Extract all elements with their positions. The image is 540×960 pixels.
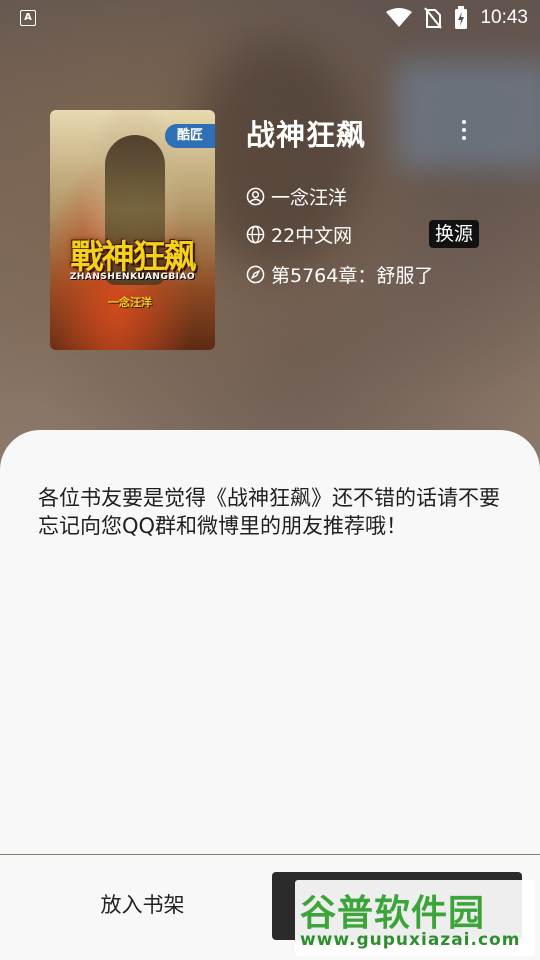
latest-chapter: 第5764章：舒服了	[271, 265, 434, 287]
source-row[interactable]: 22中文网	[246, 221, 352, 248]
watermark-logo: 谷普软件园	[300, 893, 486, 934]
more-vert-icon	[462, 120, 466, 124]
globe-icon	[246, 225, 265, 244]
add-to-shelf-button[interactable]: 放入书架	[20, 870, 265, 938]
author-name: 一念汪洋	[271, 187, 348, 209]
cover-author: 一念汪洋	[108, 296, 152, 309]
battery-charging-icon	[455, 6, 468, 29]
book-intro: 各位书友要是觉得《战神狂飙》还不错的话请不要忘记向您QQ群和微博里的朋友推荐哦！	[38, 486, 500, 538]
book-cover[interactable]: 酷匠 戰神狂飙 ZHANSHENKUANGBIAO 一念汪洋	[50, 110, 215, 350]
action-divider	[0, 854, 540, 855]
book-title: 战神狂飙	[246, 118, 367, 152]
change-source-button[interactable]: 换源	[429, 220, 480, 248]
status-bar: A 10:43	[0, 0, 540, 38]
cover-title: 戰神狂飙	[70, 237, 197, 276]
no-sim-icon	[424, 7, 443, 29]
cover-publisher-badge: 酷匠	[165, 124, 215, 148]
hero-blur-accent	[395, 60, 540, 170]
author-row[interactable]: 一念汪洋	[246, 183, 347, 210]
cover-pinyin: ZHANSHENKUANGBIAO	[69, 272, 196, 282]
wifi-icon	[386, 8, 413, 27]
status-icons: 10:43	[386, 6, 528, 30]
source-name: 22中文网	[271, 225, 353, 247]
compass-icon	[246, 265, 265, 284]
clock: 10:43	[480, 7, 528, 28]
person-icon	[246, 187, 265, 206]
watermark-url: www.gupuxiazai.com	[300, 930, 521, 950]
more-options-button[interactable]	[452, 116, 476, 144]
app-notification-icon: A	[20, 10, 36, 26]
latest-chapter-row[interactable]: 第5764章：舒服了	[246, 261, 433, 288]
